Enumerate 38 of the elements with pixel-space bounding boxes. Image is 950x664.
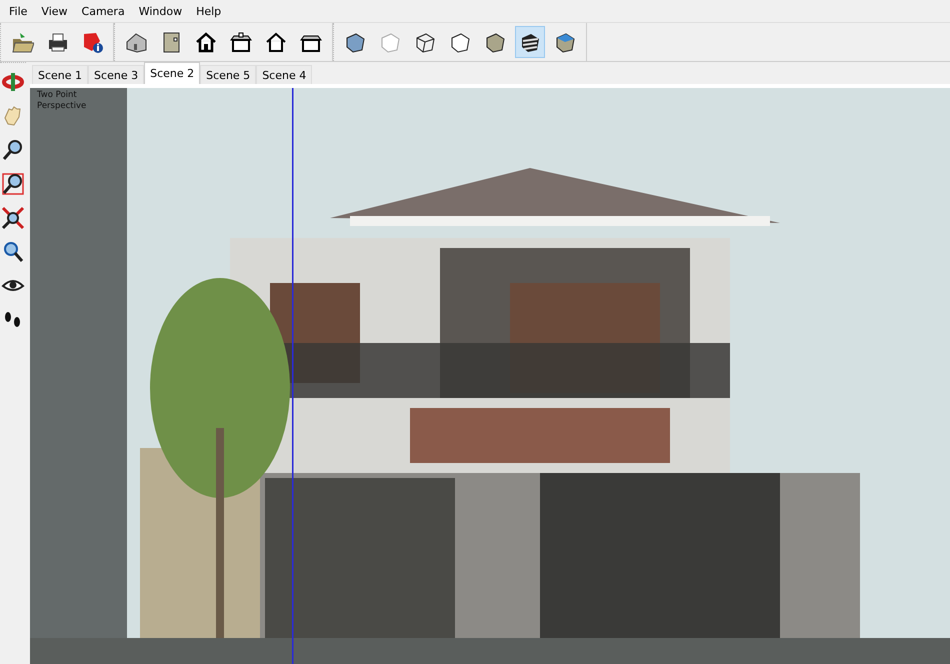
cube-icon <box>452 33 470 53</box>
house-icon <box>300 36 322 52</box>
box-icon <box>164 32 180 52</box>
cube-icon <box>556 33 575 53</box>
tool-button[interactable] <box>0 205 26 231</box>
cube-icon <box>416 33 435 53</box>
scene-tab[interactable]: Scene 5 <box>200 65 256 84</box>
info-icon <box>84 33 103 53</box>
house-icon <box>126 33 146 53</box>
cube-icon <box>522 34 539 52</box>
cube-icon <box>486 33 505 53</box>
house-icon <box>230 32 252 52</box>
menu-item[interactable]: Window <box>132 4 190 18</box>
toolbar-button[interactable] <box>515 26 545 58</box>
camera-label: Two Point Perspective <box>37 90 86 112</box>
menu-item[interactable]: Camera <box>74 4 132 18</box>
orbit-icon <box>2 73 24 91</box>
eye-icon <box>2 280 24 291</box>
cube-icon <box>382 33 400 53</box>
house-icon <box>266 32 286 52</box>
menu-item[interactable]: View <box>34 4 75 18</box>
magnifier-icon <box>2 140 22 160</box>
scene-tab[interactable]: Scene 3 <box>88 65 144 84</box>
magnifier-icon <box>2 173 24 195</box>
menu-item[interactable]: Help <box>189 4 228 18</box>
scene-tab[interactable]: Scene 2 <box>144 62 200 84</box>
house-icon <box>196 32 216 52</box>
hand-icon <box>4 106 21 126</box>
printer-icon <box>49 34 67 52</box>
magnifier-icon <box>4 242 24 262</box>
folder-icon <box>12 33 34 52</box>
scene-tab[interactable]: Scene 1 <box>32 65 88 84</box>
footprints-icon <box>5 312 20 327</box>
magnifier-icon <box>2 206 24 230</box>
cube-icon <box>346 33 365 53</box>
menu-item[interactable]: File <box>2 4 34 18</box>
tool-button[interactable] <box>0 171 26 197</box>
scene-tab[interactable]: Scene 4 <box>256 65 312 84</box>
